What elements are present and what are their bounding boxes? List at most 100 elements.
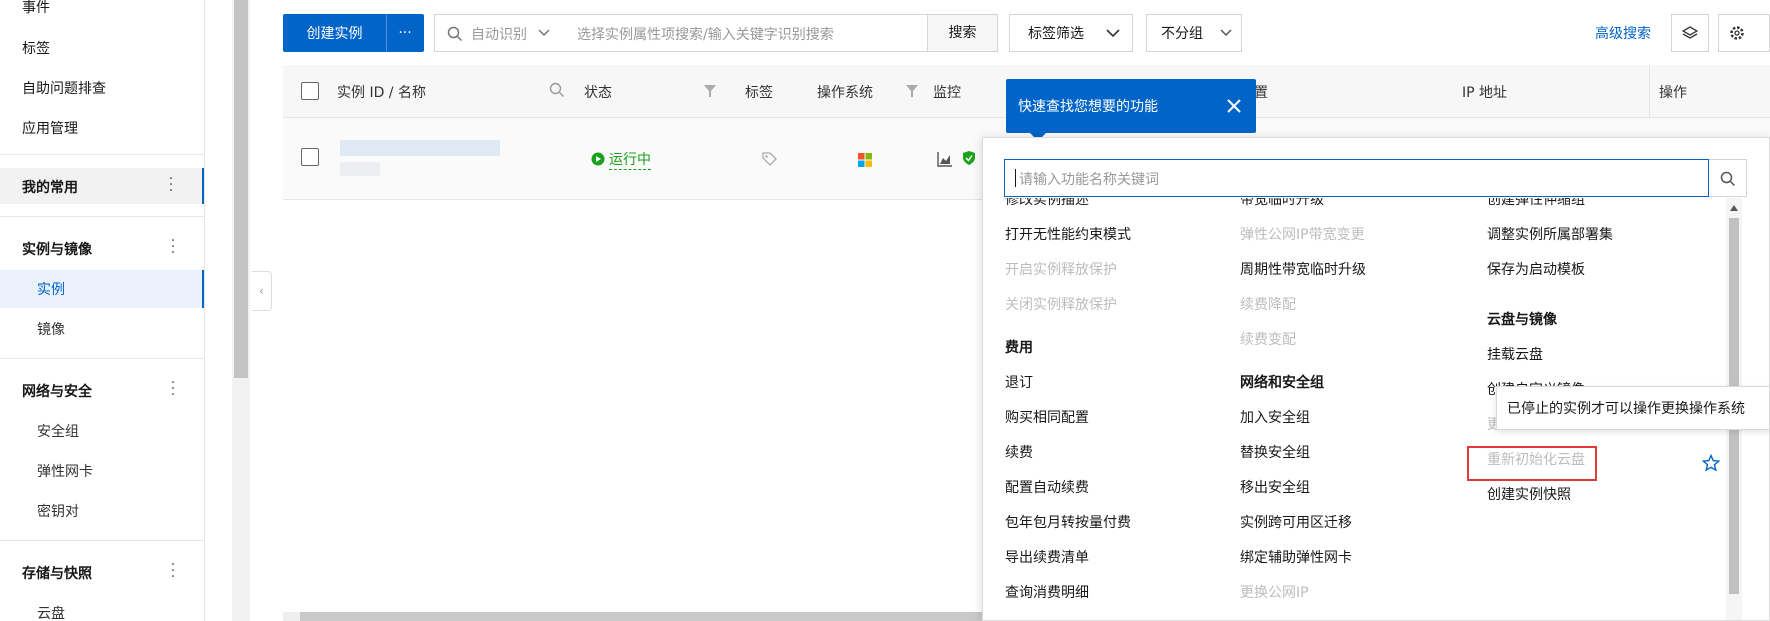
group-title: 实例与镜像 xyxy=(22,242,92,258)
function-item[interactable]: 周期性带宽临时升级 xyxy=(1240,259,1366,279)
sidebar-item-eni[interactable]: 弹性网卡 xyxy=(37,461,93,481)
function-search-button[interactable] xyxy=(1709,159,1747,197)
instance-name-redacted xyxy=(340,162,380,176)
function-item[interactable]: 续费 xyxy=(1005,442,1033,462)
chevron-down-icon xyxy=(1220,29,1232,37)
function-item[interactable]: 开启实例释放保护 xyxy=(1005,259,1117,279)
more-vertical-icon[interactable]: · · · xyxy=(170,376,176,402)
function-item[interactable]: 退订 xyxy=(1005,372,1033,392)
column-header-tags[interactable]: 标签 xyxy=(745,82,773,102)
column-header-os[interactable]: 操作系统 xyxy=(817,82,873,102)
security-shield-icon xyxy=(963,151,975,165)
function-item[interactable]: 购买相同配置 xyxy=(1005,407,1089,427)
sidebar-item-events[interactable]: 事件 xyxy=(22,0,50,17)
function-item[interactable]: 移出安全组 xyxy=(1240,477,1310,497)
function-item[interactable]: 创建实例快照 xyxy=(1487,484,1571,504)
function-item[interactable]: 加入安全组 xyxy=(1240,407,1310,427)
status-badge[interactable]: 运行中 xyxy=(609,149,651,170)
more-vertical-icon[interactable]: · · · xyxy=(170,558,176,584)
group-storage-snapshots[interactable]: 存储与快照 · · · xyxy=(0,554,204,590)
function-item[interactable]: 弹性公网IP带宽变更 xyxy=(1240,224,1365,244)
layers-button[interactable] xyxy=(1671,14,1709,52)
group-by-select[interactable]: 不分组 xyxy=(1146,14,1242,52)
more-vertical-icon[interactable]: · · · xyxy=(170,234,176,260)
function-search-input[interactable]: 请输入功能名称关键词 xyxy=(1004,159,1709,197)
advanced-search-link[interactable]: 高级搜索 xyxy=(1595,23,1651,43)
more-vertical-icon[interactable]: · · · xyxy=(168,172,174,198)
star-icon[interactable] xyxy=(1702,454,1720,472)
column-header-config[interactable]: 置 xyxy=(1254,82,1268,102)
collapse-sidebar-button[interactable]: ‹ xyxy=(252,271,272,311)
sidebar-item-disks[interactable]: 云盘 xyxy=(37,603,65,621)
column-header-actions[interactable]: 操作 xyxy=(1659,82,1687,102)
divider xyxy=(0,540,204,541)
function-item[interactable]: 续费降配 xyxy=(1240,294,1296,314)
tag-filter-button[interactable]: 标签筛选 xyxy=(1009,14,1133,52)
sidebar-item-instances[interactable]: 实例 xyxy=(37,279,65,299)
function-item[interactable]: 挂载云盘 xyxy=(1487,344,1543,364)
sidebar-gap xyxy=(204,0,232,621)
column-header-ip[interactable]: IP 地址 xyxy=(1462,82,1507,102)
close-icon[interactable] xyxy=(1226,98,1242,114)
function-item[interactable]: 重新初始化云盘 xyxy=(1487,449,1585,469)
function-item[interactable]: 续费变配 xyxy=(1240,329,1296,349)
function-item[interactable]: 导出续费清单 xyxy=(1005,547,1089,567)
function-item[interactable]: 配置自动续费 xyxy=(1005,477,1089,497)
select-all-checkbox[interactable] xyxy=(301,82,319,100)
filter-icon[interactable] xyxy=(905,84,919,98)
search-scope-select[interactable]: 自动识别 xyxy=(471,24,527,44)
scroll-up-arrow-icon[interactable] xyxy=(1729,204,1739,212)
filter-icon[interactable] xyxy=(703,84,717,98)
search-icon xyxy=(1720,171,1736,187)
search-bar: 自动识别 选择实例属性项搜索/输入关键字识别搜索 搜索 xyxy=(434,14,998,52)
settings-button[interactable] xyxy=(1718,14,1770,52)
function-item[interactable]: 调整实例所属部署集 xyxy=(1487,224,1613,244)
group-instance-image[interactable]: 实例与镜像 · · · xyxy=(0,230,204,266)
divider xyxy=(0,216,204,217)
function-item[interactable]: 查询消费明细 xyxy=(1005,582,1089,602)
column-header-monitoring[interactable]: 监控 xyxy=(933,82,961,102)
function-item[interactable]: 创建弹性伸缩组 xyxy=(1487,198,1585,209)
search-icon[interactable] xyxy=(549,82,565,98)
instance-id-redacted[interactable] xyxy=(340,140,500,156)
sidebar-item-images[interactable]: 镜像 xyxy=(37,319,65,339)
column-header-status[interactable]: 状态 xyxy=(584,82,612,102)
group-title: 存储与快照 xyxy=(22,566,92,582)
sidebar-item-keypairs[interactable]: 密钥对 xyxy=(37,501,79,521)
create-instance-button[interactable]: 创建实例 xyxy=(283,14,386,52)
function-item[interactable]: 保存为启动模板 xyxy=(1487,259,1585,279)
column-header-instance-id[interactable]: 实例 ID / 名称 xyxy=(337,82,426,102)
function-item[interactable]: 带宽临时升级 xyxy=(1240,198,1324,209)
sidebar-scrollbar-thumb[interactable] xyxy=(234,0,248,378)
function-item[interactable]: 关闭实例释放保护 xyxy=(1005,294,1117,314)
divider xyxy=(0,358,204,359)
monitoring-chart-icon[interactable] xyxy=(937,151,953,167)
function-item[interactable]: 实例跨可用区迁移 xyxy=(1240,512,1352,532)
more-actions-button[interactable]: ··· xyxy=(386,14,424,52)
group-by-label: 不分组 xyxy=(1161,26,1203,42)
sidebar-item-troubleshoot[interactable]: 自助问题排查 xyxy=(22,78,106,98)
my-common-group[interactable]: 我的常用 · · · xyxy=(0,168,204,204)
disabled-reason-tooltip: 已停止的实例才可以操作更换操作系统 xyxy=(1496,386,1770,430)
chevron-down-icon xyxy=(1106,29,1120,38)
row-checkbox[interactable] xyxy=(301,148,319,166)
function-item[interactable]: 替换安全组 xyxy=(1240,442,1310,462)
divider xyxy=(0,154,204,155)
sidebar-item-security-groups[interactable]: 安全组 xyxy=(37,421,79,441)
function-category-heading: 云盘与镜像 xyxy=(1487,312,1557,328)
function-item[interactable]: 包年包月转按量付费 xyxy=(1005,512,1131,532)
function-item[interactable]: 修改实例描述 xyxy=(1005,198,1089,209)
quick-find-panel: 请输入功能名称关键词 修改实例描述打开无性能约束模式 开启实例释放保护 关闭实例释放… xyxy=(982,137,1770,621)
function-item[interactable]: 绑定辅助弹性网卡 xyxy=(1240,547,1352,567)
function-category-heading: 费用 xyxy=(1005,340,1033,356)
group-network-security[interactable]: 网络与安全 · · · xyxy=(0,372,204,408)
search-input[interactable]: 选择实例属性项搜索/输入关键字识别搜索 xyxy=(577,24,834,44)
sidebar-item-tags[interactable]: 标签 xyxy=(22,38,50,58)
tag-icon[interactable] xyxy=(761,151,777,167)
layers-icon xyxy=(1682,26,1698,39)
chevron-down-icon xyxy=(538,29,550,37)
function-item[interactable]: 打开无性能约束模式 xyxy=(1005,224,1131,244)
sidebar-item-app-management[interactable]: 应用管理 xyxy=(22,118,78,138)
function-item[interactable]: 更换公网IP xyxy=(1240,582,1309,602)
search-button[interactable]: 搜索 xyxy=(927,15,997,51)
